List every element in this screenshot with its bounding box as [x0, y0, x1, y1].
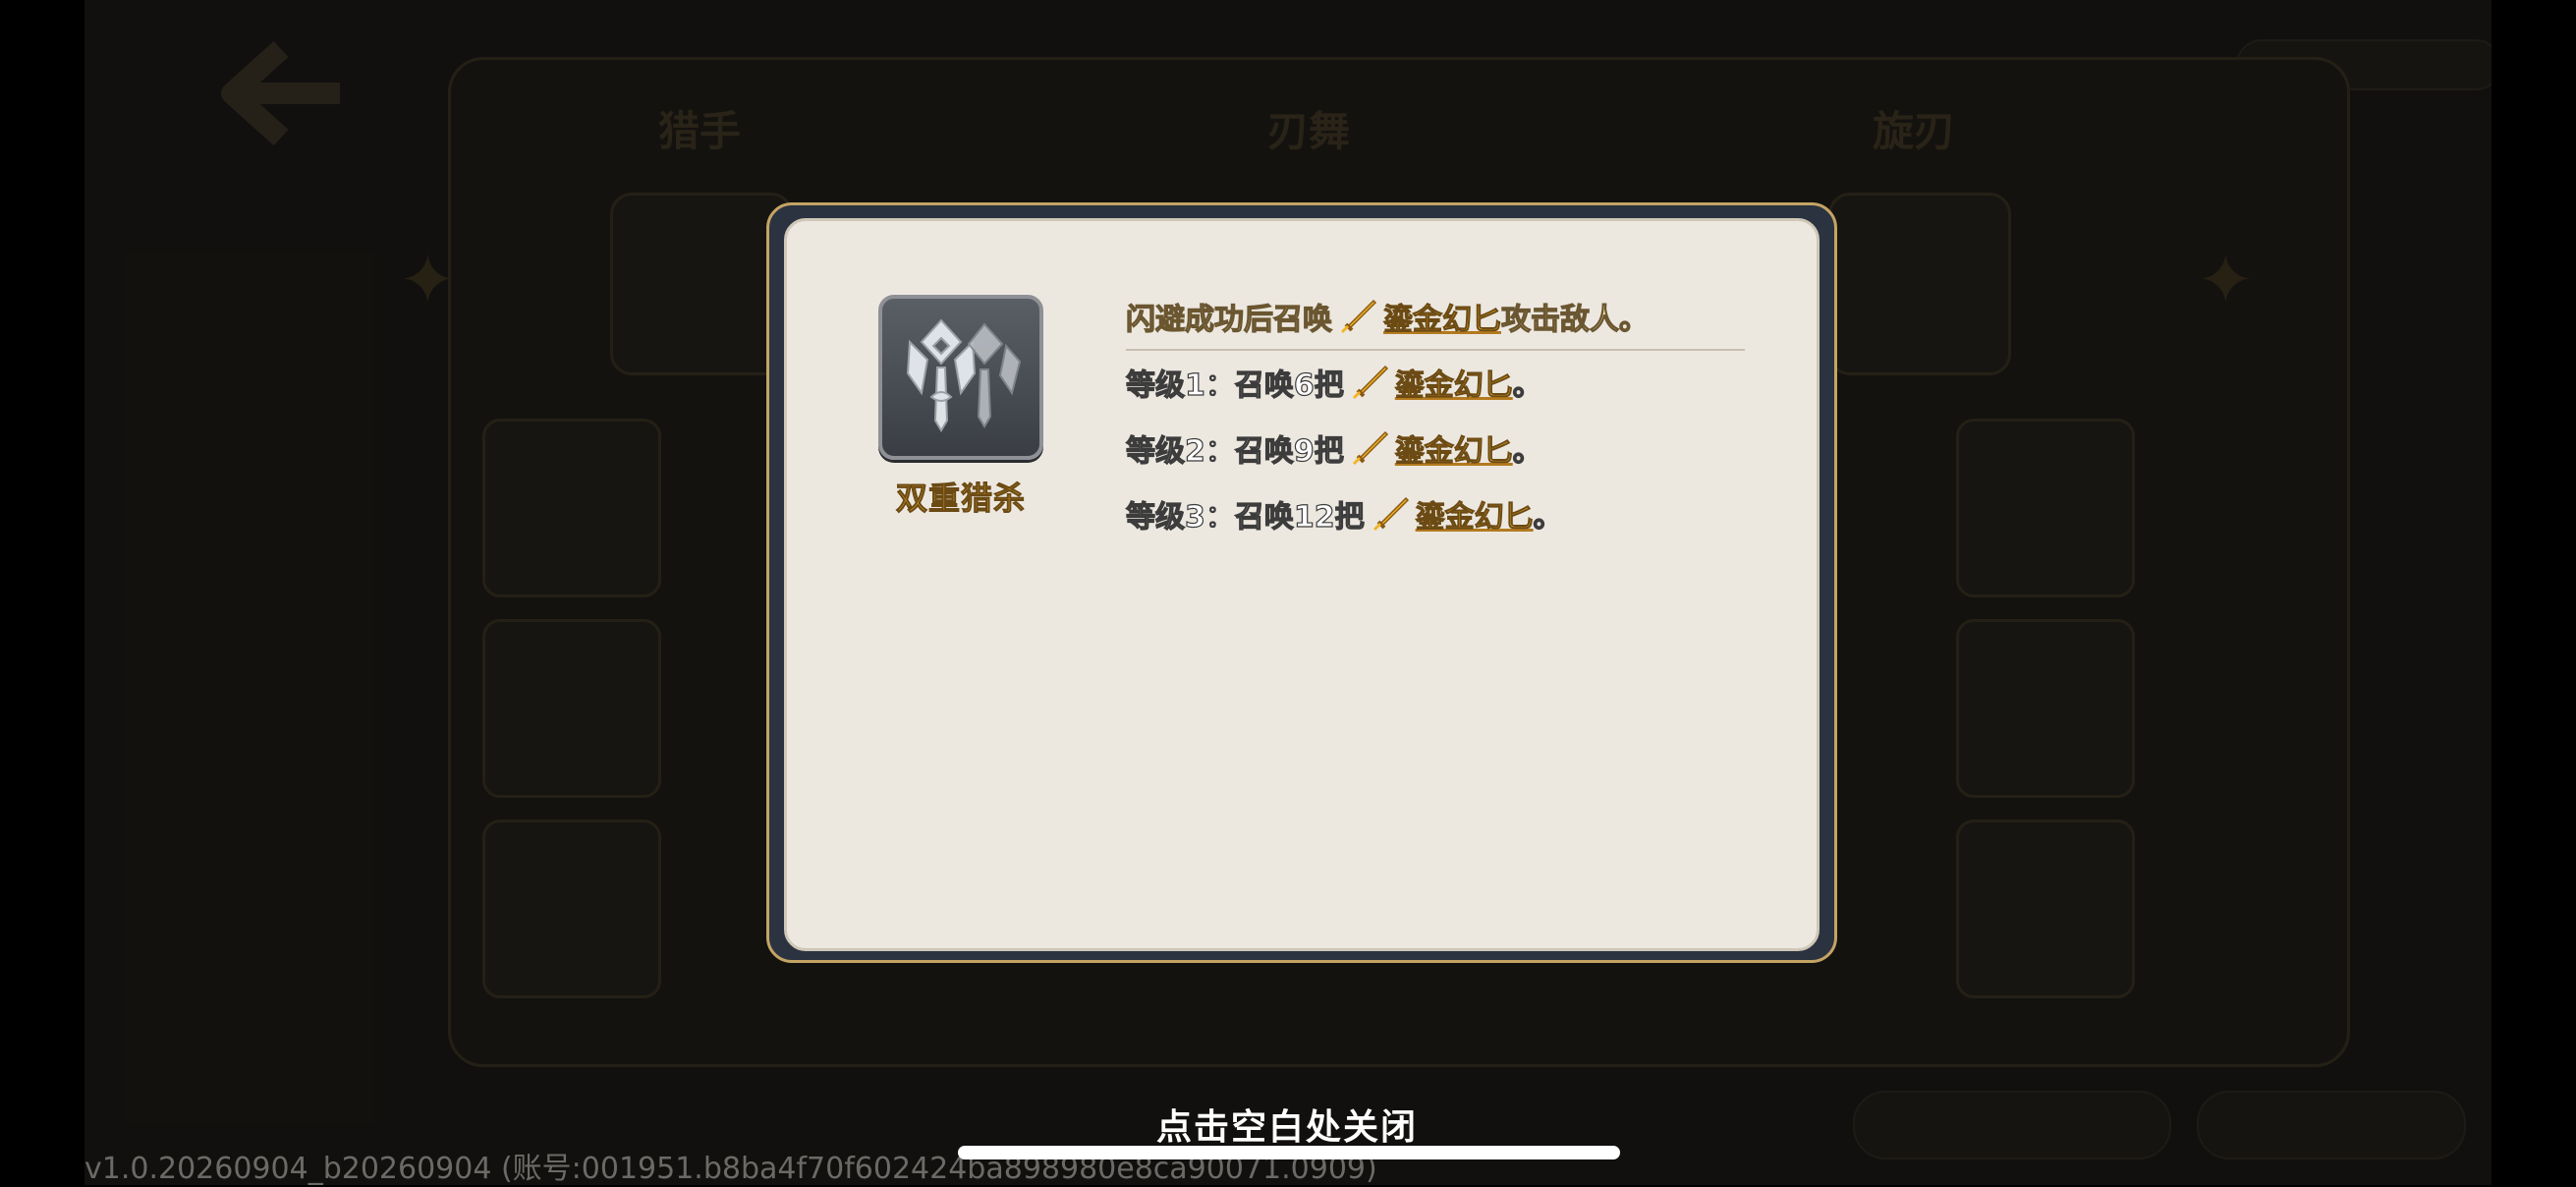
close-hint[interactable]: 点击空白处关闭	[1081, 1099, 1493, 1150]
skill-name: 双重猎杀	[895, 480, 1026, 518]
level-suffix: 。	[1512, 367, 1542, 403]
level-1-line: 等级1：召唤6把 鎏金幻匕 。	[1125, 361, 1542, 404]
description-divider	[1126, 349, 1745, 351]
weapon-link[interactable]: 鎏金幻匕	[1415, 492, 1534, 536]
weapon-link[interactable]: 鎏金幻匕	[1394, 361, 1513, 404]
level-3-line: 等级3：召唤12把 鎏金幻匕 。	[1125, 492, 1563, 536]
level-text: 等级3：召唤12把	[1125, 499, 1365, 535]
description-suffix: 攻击敌人。	[1500, 302, 1649, 337]
skill-description: 闪避成功后召唤 鎏金幻匕 攻击敌人。	[1125, 295, 1650, 338]
level-suffix: 。	[1512, 433, 1542, 469]
gilded-dagger-icon	[1352, 430, 1388, 466]
level-suffix: 。	[1533, 499, 1563, 535]
gilded-dagger-icon	[1352, 365, 1388, 400]
description-prefix: 闪避成功后召唤	[1125, 302, 1332, 337]
twin-hunt-skill-icon	[878, 295, 1043, 460]
gilded-dagger-icon	[1340, 299, 1377, 334]
level-text: 等级1：召唤6把	[1125, 367, 1344, 403]
weapon-link[interactable]: 鎏金幻匕	[1394, 426, 1513, 470]
gilded-dagger-icon	[1372, 496, 1409, 532]
level-text: 等级2：召唤9把	[1125, 433, 1344, 469]
level-2-line: 等级2：召唤9把 鎏金幻匕 。	[1125, 426, 1542, 470]
weapon-link[interactable]: 鎏金幻匕	[1383, 295, 1502, 338]
home-indicator[interactable]	[958, 1146, 1620, 1159]
